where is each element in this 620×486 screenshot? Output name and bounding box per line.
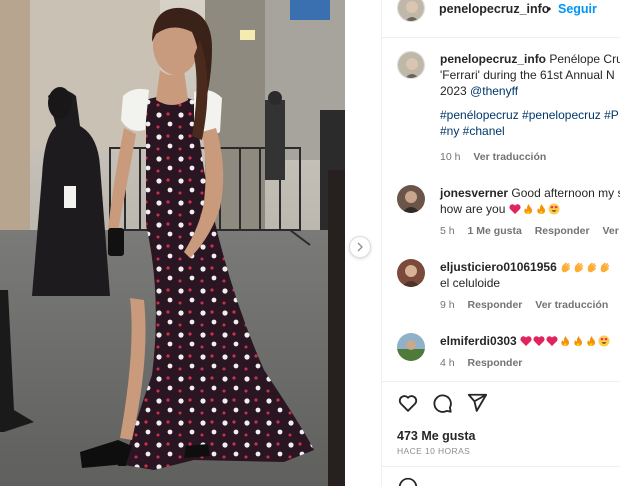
translate-link[interactable]: Ver tra <box>602 225 620 237</box>
comment-icon[interactable] <box>431 392 453 414</box>
reply-button[interactable]: Responder <box>468 299 523 311</box>
comment-username[interactable]: elmiferdi0303 <box>440 334 517 348</box>
post-age: HACE 10 HORAS <box>397 446 471 456</box>
heart-emoji-icon <box>533 336 545 346</box>
emoji-reactions <box>520 334 611 348</box>
comment-meta: 9 h Responder Ver traducción <box>440 299 618 311</box>
avatar[interactable] <box>397 185 425 213</box>
heart-eyes-emoji-icon <box>598 335 610 347</box>
caption-meta: 10 h Ver traducción <box>440 151 556 163</box>
emoji-icon[interactable] <box>398 477 418 486</box>
timestamp[interactable]: 4 h <box>440 357 455 369</box>
share-icon[interactable] <box>466 392 488 414</box>
comment-text: eljusticiero01061956 el celuloide <box>440 259 620 291</box>
comment-meta: 5 h 1 Me gusta Responder Ver tra <box>440 225 620 237</box>
avatar[interactable] <box>397 259 425 287</box>
hashtags[interactable]: #penélopecruz #penelopecruz #P <box>440 107 620 123</box>
post-actions: 473 Me gusta HACE 10 HORAS <box>382 381 620 466</box>
avatar[interactable] <box>397 0 425 22</box>
fire-emoji-icon <box>574 336 583 346</box>
separator-dot: • <box>547 2 552 16</box>
caption-text: penelopecruz_info Penélope Cruz 'Ferrari… <box>440 51 620 139</box>
comment-username[interactable]: jonesverner <box>440 186 508 200</box>
fire-emoji-icon <box>561 336 570 346</box>
post-image <box>0 0 345 486</box>
caption-line: Penélope Cruz <box>549 52 620 66</box>
heart-emoji-icon <box>509 204 521 214</box>
timestamp[interactable]: 9 h <box>440 299 455 311</box>
mention-link[interactable]: @thenyff <box>470 84 518 98</box>
post-photo[interactable] <box>0 0 345 486</box>
clap-emoji-icon <box>587 262 597 273</box>
reply-button[interactable]: Responder <box>535 225 590 237</box>
heart-emoji-icon <box>546 336 558 346</box>
comment-text: elmiferdi0303 <box>440 333 620 349</box>
post-header: penelopecruz_info • Seguir <box>382 0 620 38</box>
fire-emoji-icon <box>524 204 532 214</box>
translate-link[interactable]: Ver traducción <box>535 299 608 311</box>
caption-line: 2023 <box>440 84 467 98</box>
translate-link[interactable]: Ver traducción <box>473 151 546 163</box>
follow-button[interactable]: Seguir <box>558 2 597 16</box>
clap-emoji-icon <box>600 262 610 273</box>
comment-line: Good afternoon my s <box>511 186 620 200</box>
fire-emoji-icon <box>587 336 596 346</box>
reply-button[interactable]: Responder <box>468 357 523 369</box>
chevron-right-icon <box>357 242 363 252</box>
caption-username[interactable]: penelopecruz_info <box>440 52 546 66</box>
fire-emoji-icon <box>537 204 545 214</box>
clap-emoji-icon <box>561 262 571 273</box>
next-photo-button[interactable] <box>349 236 371 258</box>
caption-line: 'Ferrari' during the 61st Annual N <box>440 68 615 82</box>
heart-icon[interactable] <box>397 392 419 414</box>
comment-meta: 4 h Responder <box>440 357 532 369</box>
timestamp[interactable]: 5 h <box>440 225 455 237</box>
header-username[interactable]: penelopecruz_info <box>439 2 549 16</box>
add-comment-bar[interactable] <box>382 466 620 486</box>
comment-line: how are you <box>440 202 506 216</box>
avatar[interactable] <box>397 333 425 361</box>
post-side-panel: penelopecruz_info • Seguir penelopecruz_… <box>381 0 620 486</box>
comment-likes[interactable]: 1 Me gusta <box>468 225 522 237</box>
comments-list[interactable]: penelopecruz_info Penélope Cruz 'Ferrari… <box>382 39 620 381</box>
comment-username[interactable]: eljusticiero01061956 <box>440 260 557 274</box>
likes-count[interactable]: 473 Me gusta <box>397 429 476 443</box>
heart-emoji-icon <box>520 336 532 346</box>
clap-emoji-icon <box>574 262 584 273</box>
clap-emojis <box>560 260 612 274</box>
heart-eyes-emoji-icon <box>548 203 560 215</box>
timestamp[interactable]: 10 h <box>440 151 460 163</box>
comment-line: el celuloide <box>440 276 501 290</box>
comment-text: jonesverner Good afternoon my s how are … <box>440 185 620 217</box>
hashtags[interactable]: #ny #chanel <box>440 123 620 139</box>
avatar[interactable] <box>397 51 425 79</box>
